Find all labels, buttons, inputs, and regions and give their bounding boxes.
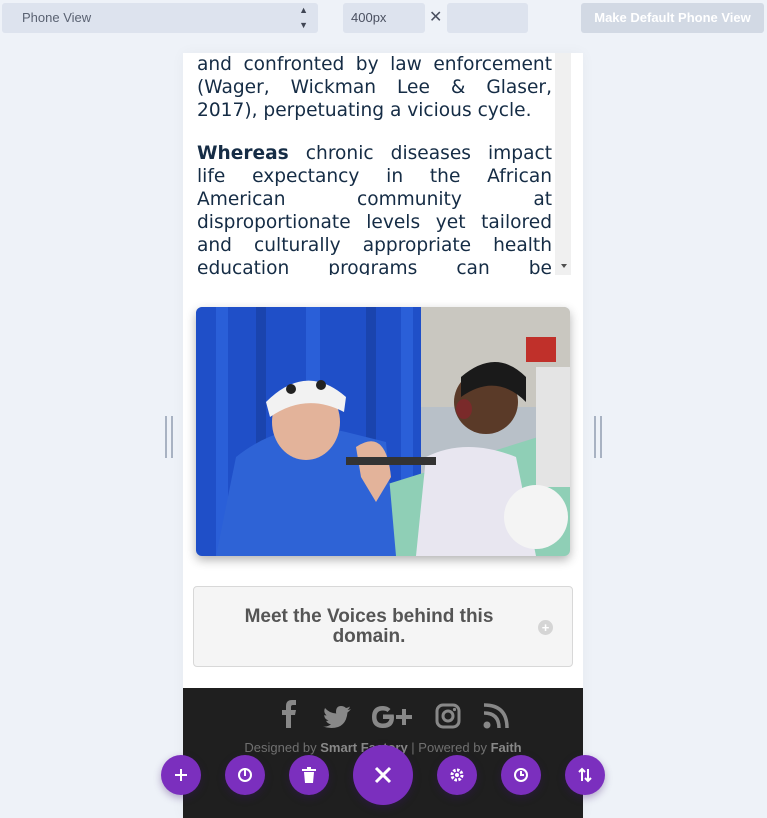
phone-preview-frame: and confronted by law enforcement (Wager… [183, 53, 583, 818]
make-default-phone-view-button[interactable]: Make Default Phone View [581, 3, 764, 33]
rss-icon[interactable] [483, 700, 509, 732]
select-arrows-icon: ▲ ▼ [299, 5, 308, 30]
height-input[interactable] [447, 3, 528, 33]
history-icon [514, 768, 528, 782]
paragraph: and confronted by law enforcement (Wager… [197, 54, 552, 121]
instagram-icon[interactable] [435, 700, 461, 732]
portability-button[interactable] [225, 755, 265, 795]
plus-icon[interactable]: + [538, 620, 553, 635]
close-icon [374, 766, 392, 784]
sort-sections-button[interactable] [565, 755, 605, 795]
page-settings-button[interactable] [437, 755, 477, 795]
times-icon: ✕ [429, 9, 443, 26]
view-mode-select[interactable]: Phone View ▲ ▼ [2, 3, 318, 33]
twitter-icon[interactable] [323, 701, 351, 733]
text-scrollbar[interactable] [555, 53, 571, 275]
credits-prefix: Designed by [244, 740, 321, 755]
bold-lead-word: Whereas [197, 143, 289, 164]
history-button[interactable] [501, 755, 541, 795]
accordion-title: Meet the Voices behind this domain. [244, 606, 494, 647]
add-module-button[interactable] [161, 755, 201, 795]
scrollable-text-module[interactable]: and confronted by law enforcement (Wager… [197, 53, 552, 275]
facebook-icon[interactable] [281, 698, 297, 730]
scroll-down-arrow-icon[interactable] [561, 264, 567, 268]
power-icon [238, 768, 252, 782]
social-links [183, 698, 583, 730]
sort-icon [578, 767, 592, 783]
settings-icon [450, 768, 464, 782]
trash-icon [302, 767, 316, 783]
add-icon [175, 769, 187, 781]
platform-link[interactable]: Faith [491, 740, 522, 755]
credits-separator: | Powered by [407, 740, 491, 755]
voices-accordion-toggle[interactable]: Meet the Voices behind this domain. + [193, 586, 573, 667]
resize-handle-right[interactable] [594, 416, 602, 458]
responsive-toolbar: Phone View ▲ ▼ 400px ✕ Make Default Phone… [0, 0, 767, 38]
resize-handle-left[interactable] [165, 416, 173, 458]
google-plus-icon[interactable] [371, 701, 413, 733]
close-builder-button[interactable] [353, 745, 413, 805]
clear-layout-button[interactable] [289, 755, 329, 795]
doctor-child-photo [196, 307, 570, 556]
width-input[interactable]: 400px [343, 3, 425, 33]
view-mode-value: Phone View [22, 10, 92, 25]
paragraph: Whereas chronic diseases impact life exp… [197, 142, 552, 275]
